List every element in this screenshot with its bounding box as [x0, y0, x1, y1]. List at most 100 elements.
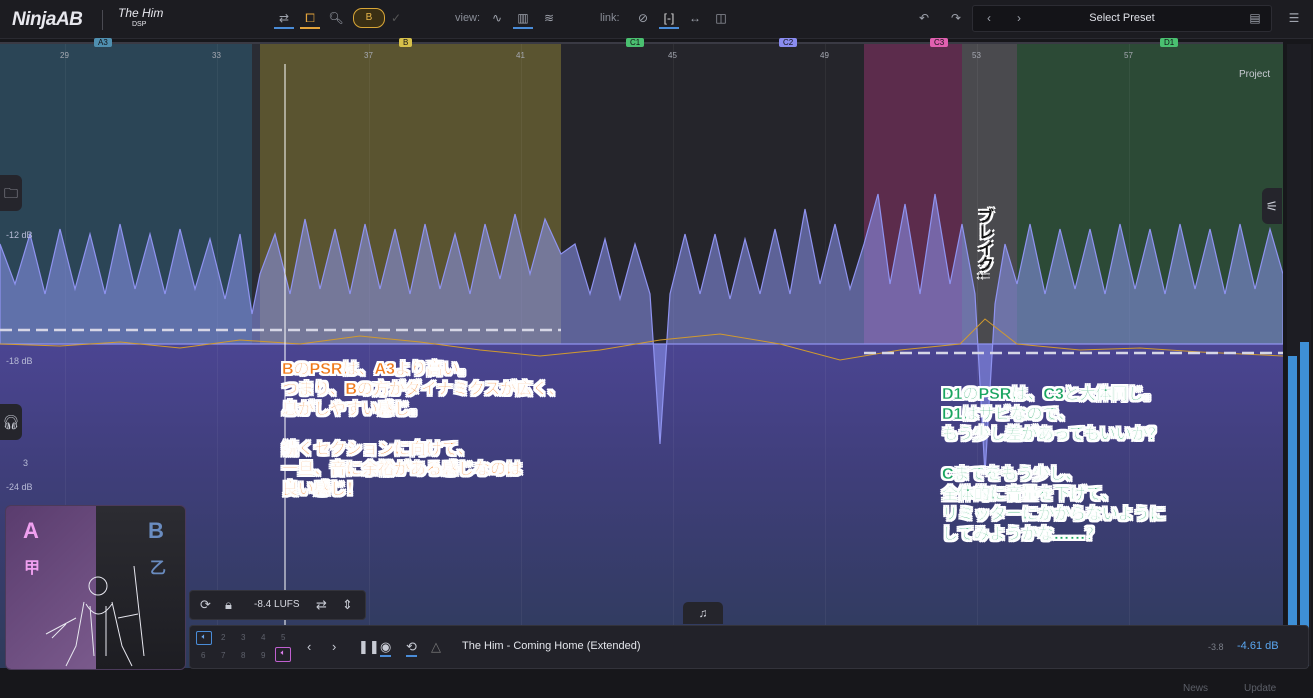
slot-number[interactable]: 6: [201, 651, 205, 660]
menu-icon[interactable]: ☰: [1284, 9, 1304, 27]
track-title: The Him - Coming Home (Extended): [462, 640, 641, 652]
annotation-left: BのPSRは、A3より高い。 つまり、Bの方がダイナミクスが広く、 息がしやすい…: [282, 360, 565, 500]
marker-c1[interactable]: C1: [626, 38, 645, 47]
annotation-line: 息がしやすい感じ。: [282, 401, 426, 418]
waveform-view-icon[interactable]: ∿: [487, 9, 507, 27]
slot-number[interactable]: 7: [221, 651, 225, 660]
slot-number[interactable]: 8: [241, 651, 245, 660]
db-small: -3.8: [1208, 642, 1224, 652]
link-arrows-icon[interactable]: ↔: [685, 9, 705, 27]
loop-icon[interactable]: ⟲: [406, 639, 417, 657]
bar-number: 37: [364, 51, 373, 60]
db-label: -24 dB: [6, 482, 33, 492]
bar-number: 53: [972, 51, 981, 60]
headphones-icon[interactable]: 🎧︎: [0, 404, 22, 440]
ab-panel[interactable]: A 甲 B 乙: [5, 505, 186, 670]
unlink-icon[interactable]: ⊘: [633, 9, 653, 27]
ab-toggle-button[interactable]: B: [353, 8, 385, 28]
annotation-line: 一旦、音に余裕がある感じなのは: [282, 461, 523, 478]
preset-selector[interactable]: ‹ › Select Preset ▤: [972, 5, 1272, 32]
check-icon[interactable]: ✓: [386, 9, 406, 27]
ninjaab-logo: NinjaAB: [12, 9, 83, 30]
bar-number: 57: [1124, 51, 1133, 60]
annotation-line: 全体的に音量を下げて、: [942, 486, 1118, 503]
slot-number[interactable]: 4: [261, 633, 265, 642]
the-him-logo-sub: DSP: [132, 21, 147, 28]
top-bar: NinjaAB The Him DSP ⇄ ⧠ 🔍︎ B ✓ view: ∿ ▥ …: [0, 0, 1313, 39]
annotation-line: もう少し差があってもいいか？: [942, 426, 1164, 443]
db-label: 3: [23, 458, 29, 468]
music-note-icon[interactable]: ♫: [683, 602, 723, 624]
link-range-icon[interactable]: [-]: [659, 9, 679, 29]
link-label: link:: [600, 12, 620, 24]
save-preset-icon[interactable]: ▤: [1245, 9, 1265, 27]
output-meter: [1287, 44, 1311, 666]
the-him-logo-text: The Him: [118, 6, 164, 20]
marker-c3[interactable]: C3: [930, 38, 949, 47]
eye-icon[interactable]: ◉: [380, 639, 392, 657]
news-link[interactable]: News: [1183, 683, 1208, 694]
metronome-icon[interactable]: △: [431, 639, 441, 655]
refresh-icon[interactable]: ⟳: [200, 597, 211, 613]
slot-number[interactable]: 2: [221, 633, 225, 642]
prev-track-icon[interactable]: ‹: [307, 639, 311, 654]
annotation-spacer: [942, 445, 1166, 465]
slot-number[interactable]: 5: [281, 633, 285, 642]
slot-10-speaker-icon[interactable]: 🔈︎: [275, 647, 291, 662]
annotation-line: 良い感じ！: [282, 481, 363, 498]
undo-icon[interactable]: ↶: [914, 9, 934, 27]
bar-number: 45: [668, 51, 677, 60]
folder-icon[interactable]: 🗀: [0, 175, 22, 211]
marker-c2[interactable]: C2: [779, 38, 798, 47]
columns-icon[interactable]: ◫: [711, 9, 731, 27]
the-him-logo: The Him DSP: [118, 6, 164, 30]
marker-d1[interactable]: D1: [1160, 38, 1179, 47]
ninja-illustration-icon: [45, 565, 145, 667]
next-track-icon[interactable]: ›: [332, 639, 336, 654]
db-label: -18 dB: [6, 356, 33, 366]
slot-number[interactable]: 3: [241, 633, 245, 642]
bar-number: 29: [60, 51, 69, 60]
db-main: -4.61 dB: [1237, 640, 1279, 652]
bar-number: 41: [516, 51, 525, 60]
lock-icon[interactable]: 🔒︎: [225, 597, 232, 613]
annotation-line: BのPSRは、A3より高い。: [282, 361, 475, 378]
db-label: -12 dB: [6, 230, 33, 240]
settings-sliders-icon[interactable]: ⚟: [1262, 188, 1282, 224]
annotation-line: リミッターにかからないように: [942, 506, 1166, 523]
slot-1-speaker-icon[interactable]: 🔈︎: [196, 631, 212, 645]
zoom-icon[interactable]: 🔍︎: [326, 9, 346, 27]
bar-number: 49: [820, 51, 829, 60]
annotation-line: D1はサビなので、: [942, 406, 1074, 423]
update-link[interactable]: Update: [1244, 683, 1276, 694]
waveform-graphic: [0, 64, 1283, 668]
align-icon[interactable]: ⇕: [342, 597, 353, 613]
waveform-area[interactable]: -12 dB -18 dB 3 -24 dB: [0, 44, 1283, 668]
marker-a3[interactable]: A3: [94, 38, 112, 47]
break-annotation: ブレイク↓: [975, 208, 992, 280]
marker-strip: A3 B C1 C2 C3 D1: [0, 38, 1283, 48]
redo-icon[interactable]: ↷: [946, 9, 966, 27]
annotation-line: 続くセクションに向けて、: [282, 441, 474, 458]
marker-b[interactable]: B: [399, 38, 413, 47]
logo-divider: [102, 10, 103, 30]
preset-name: Select Preset: [1089, 12, 1155, 24]
annotation-line: してみようかな……？: [942, 526, 1102, 543]
match-swap-icon[interactable]: ⇄: [316, 597, 327, 613]
annotation-right: D1のPSRは、C3と大体同じ。 D1はサビなので、 もう少し差があってもいいか…: [942, 385, 1166, 545]
stack-view-icon[interactable]: ≋: [539, 9, 559, 27]
slot-number[interactable]: 9: [261, 651, 265, 660]
annotation-spacer: [282, 420, 564, 440]
bars-view-icon[interactable]: ▥: [513, 9, 533, 29]
lufs-value: -8.4 LUFS: [254, 599, 300, 610]
pause-icon[interactable]: ❚❚: [358, 639, 380, 655]
project-label: Project: [1239, 69, 1271, 80]
annotation-line: つまり、Bの方がダイナミクスが広く、: [282, 381, 565, 398]
transport-bar: 🔈︎ 2 3 4 5 6 7 8 9 🔈︎ ‹ › ❚❚ ◉ ⟲ △ The H…: [189, 625, 1309, 669]
lufs-bar: ⟳ 🔒︎ -8.4 LUFS ⇄ ⇕: [189, 590, 366, 620]
view-label: view:: [455, 12, 481, 24]
swap-icon[interactable]: ⇄: [274, 9, 294, 29]
annotation-line: D1のPSRは、C3と大体同じ。: [942, 386, 1160, 403]
level-match-icon[interactable]: ⧠: [300, 9, 320, 29]
meter-right: [1300, 342, 1309, 666]
